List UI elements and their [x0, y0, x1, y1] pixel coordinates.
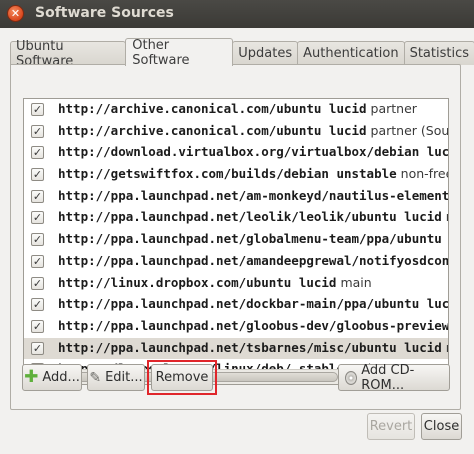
tab-ubuntu-software[interactable]: Ubuntu Software	[10, 39, 127, 69]
list-item[interactable]: ✓ http://ppa.launchpad.net/dockbar-main/p…	[24, 294, 448, 316]
other-software-panel: ✓ http://archive.canonical.com/ubuntu luc…	[10, 64, 461, 410]
source-text: http://archive.canonical.com/ubuntu luci…	[58, 122, 449, 138]
tab-updates[interactable]: Updates	[232, 41, 299, 65]
source-checkbox[interactable]: ✓	[31, 103, 44, 116]
source-text: http://ppa.launchpad.net/leolik/leolik/u…	[58, 209, 448, 225]
source-checkbox[interactable]: ✓	[31, 341, 44, 355]
plus-icon: ✚	[24, 367, 39, 387]
pencil-icon: ✎	[89, 369, 102, 386]
source-text: http://ppa.launchpad.net/amandeepgrewal/…	[58, 252, 449, 268]
tab-authentication[interactable]: Authentication	[297, 41, 405, 65]
revert-button-label: Revert	[369, 419, 413, 434]
source-components: non-free	[400, 166, 449, 182]
add-button[interactable]: ✚ Add...	[22, 364, 82, 391]
source-url: http://download.virtualbox.org/virtualbo…	[58, 144, 449, 160]
close-button[interactable]: Close	[421, 413, 462, 440]
window-body: Ubuntu Software Other Software Updates A…	[0, 28, 474, 454]
source-url: http://ppa.launchpad.net/leolik/leolik/u…	[58, 209, 442, 225]
list-item[interactable]: ✓ http://ppa.launchpad.net/amandeepgrewal…	[24, 251, 448, 273]
sources-list[interactable]: ✓ http://archive.canonical.com/ubuntu luc…	[23, 98, 449, 385]
source-checkbox[interactable]: ✓	[31, 168, 44, 182]
close-icon[interactable]: ✕	[7, 5, 24, 22]
list-item[interactable]: ✓ http://archive.canonical.com/ubuntu luc…	[24, 121, 448, 143]
add-cdrom-button[interactable]: Add CD-ROM...	[338, 362, 450, 393]
source-checkbox[interactable]: ✓	[31, 124, 44, 138]
source-url: http://ppa.launchpad.net/dockbar-main/pp…	[58, 296, 449, 312]
source-text: http://ppa.launchpad.net/gloobus-dev/glo…	[58, 317, 449, 333]
list-item[interactable]: ✓ http://ppa.launchpad.net/am-monkeyd/nau…	[24, 186, 448, 208]
title-bar: ✕ Software Sources	[0, 0, 474, 28]
source-text: http://ppa.launchpad.net/globalmenu-team…	[58, 231, 449, 247]
list-item[interactable]: ✓ http://ppa.launchpad.net/tsbarnes/misc/…	[24, 337, 448, 360]
tab-statistics[interactable]: Statistics	[403, 41, 474, 65]
source-url: http://ppa.launchpad.net/amandeepgrewal/…	[58, 252, 449, 268]
list-item[interactable]: ✓ http://download.virtualbox.org/virtualb…	[24, 142, 448, 164]
edit-button[interactable]: ✎ Edit...	[87, 364, 145, 391]
source-url: http://getswiftfox.com/builds/debian uns…	[58, 166, 397, 182]
source-checkbox[interactable]: ✓	[31, 233, 44, 247]
source-checkbox[interactable]: ✓	[31, 189, 44, 203]
source-checkbox[interactable]: ✓	[31, 298, 44, 312]
source-url: http://ppa.launchpad.net/gloobus-dev/glo…	[58, 317, 449, 333]
list-item[interactable]: ✓ http://ppa.launchpad.net/leolik/leolik/…	[24, 207, 448, 229]
list-item[interactable]: ✓ http://archive.canonical.com/ubuntu luc…	[24, 99, 448, 121]
source-text: http://ppa.launchpad.net/dockbar-main/pp…	[58, 296, 449, 312]
revert-button: Revert	[367, 413, 415, 440]
source-text: http://linux.dropbox.com/ubuntu lucid ma…	[58, 275, 372, 290]
source-url: http://linux.dropbox.com/ubuntu lucid	[58, 274, 337, 290]
source-checkbox[interactable]: ✓	[31, 319, 44, 333]
source-text: http://ppa.launchpad.net/am-monkeyd/naut…	[58, 187, 449, 203]
source-checkbox[interactable]: ✓	[31, 276, 44, 290]
add-button-label: Add...	[42, 370, 80, 385]
edit-button-label: Edit...	[105, 370, 143, 385]
source-text: http://download.virtualbox.org/virtualbo…	[58, 144, 449, 160]
source-checkbox[interactable]: ✓	[31, 254, 44, 268]
highlight-box	[147, 360, 217, 395]
list-item[interactable]: ✓ http://ppa.launchpad.net/gloobus-dev/gl…	[24, 316, 448, 338]
source-text: http://getswiftfox.com/builds/debian uns…	[58, 166, 449, 182]
source-url: http://archive.canonical.com/ubuntu luci…	[58, 122, 367, 138]
window-title: Software Sources	[35, 5, 174, 21]
source-components: main	[340, 274, 372, 290]
source-components: partner	[370, 101, 417, 116]
close-button-label: Close	[423, 419, 460, 434]
tab-bar: Ubuntu Software Other Software Updates A…	[10, 38, 474, 69]
add-cdrom-button-label: Add CD-ROM...	[361, 362, 415, 393]
source-url: http://ppa.launchpad.net/tsbarnes/misc/u…	[58, 339, 442, 355]
cdrom-icon	[345, 370, 358, 385]
source-components: main	[446, 209, 448, 224]
list-item[interactable]: ✓ http://ppa.launchpad.net/globalmenu-tea…	[24, 229, 448, 251]
source-url: http://archive.canonical.com/ubuntu luci…	[58, 101, 367, 116]
list-item[interactable]: ✓ http://getswiftfox.com/builds/debian un…	[24, 164, 448, 186]
source-url: http://ppa.launchpad.net/globalmenu-team…	[58, 231, 449, 247]
source-components: main	[446, 340, 448, 355]
source-url: http://ppa.launchpad.net/am-monkeyd/naut…	[58, 187, 449, 203]
source-text: http://archive.canonical.com/ubuntu luci…	[58, 101, 417, 116]
list-item[interactable]: ✓ http://linux.dropbox.com/ubuntu lucid m…	[24, 273, 448, 295]
source-text: http://ppa.launchpad.net/tsbarnes/misc/u…	[58, 339, 448, 355]
source-checkbox[interactable]: ✓	[31, 146, 44, 160]
source-components: partner (Source Code	[370, 122, 449, 138]
tab-other-software[interactable]: Other Software	[125, 38, 234, 68]
source-checkbox[interactable]: ✓	[31, 211, 44, 225]
